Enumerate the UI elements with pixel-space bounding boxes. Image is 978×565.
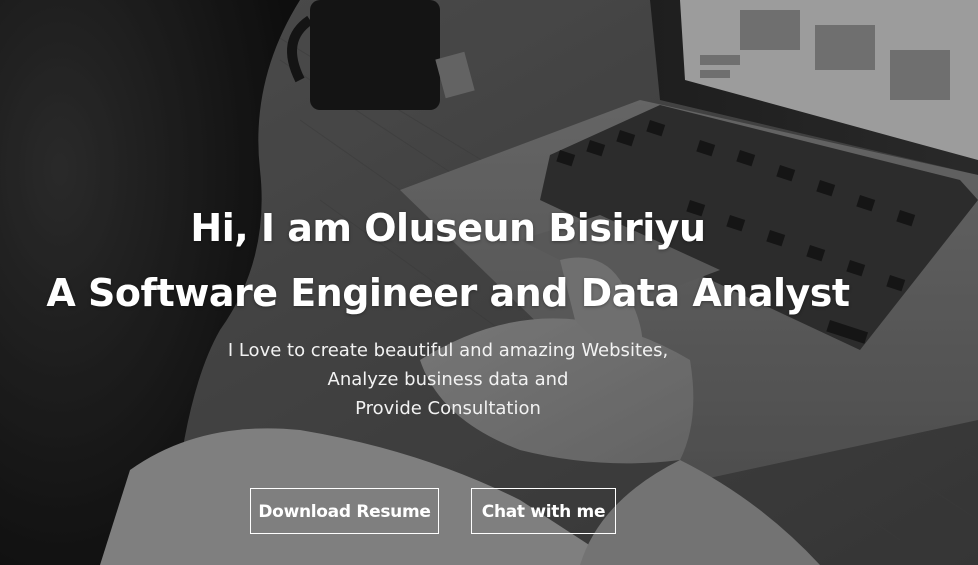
hero-section: Hi, I am Oluseun Bisiriyu A Software Eng… [0, 0, 978, 565]
hero-title: A Software Engineer and Data Analyst [46, 271, 850, 315]
tagline-line-2: Analyze business data and [327, 369, 569, 390]
chat-with-me-button[interactable]: Chat with me [471, 488, 616, 534]
tagline-line-1: I Love to create beautiful and amazing W… [227, 340, 669, 361]
hero-greeting: Hi, I am Oluseun Bisiriyu [190, 206, 706, 250]
download-resume-button[interactable]: Download Resume [250, 488, 439, 534]
tagline-line-3: Provide Consultation [355, 398, 541, 419]
hero-content: Hi, I am Oluseun Bisiriyu A Software Eng… [0, 0, 978, 565]
